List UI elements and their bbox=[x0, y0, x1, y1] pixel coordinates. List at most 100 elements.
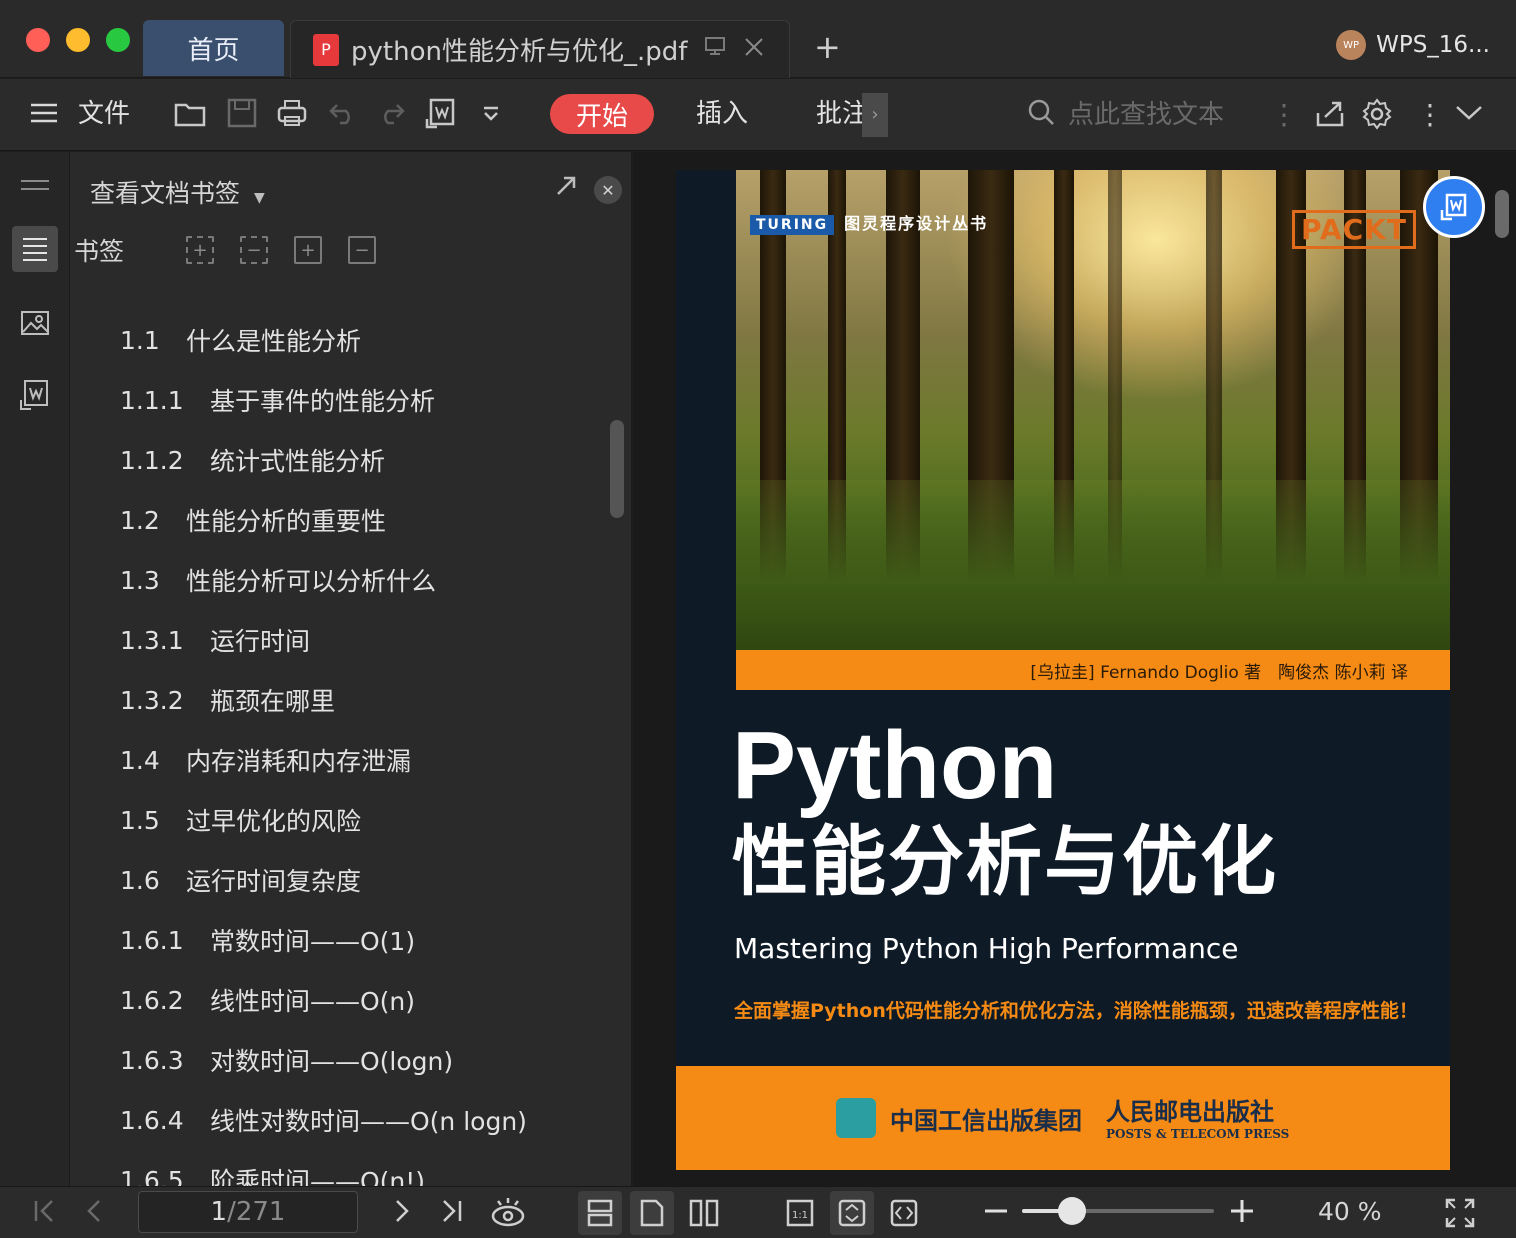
hamburger-menu-icon[interactable] bbox=[28, 97, 60, 138]
svg-text:1:1: 1:1 bbox=[792, 1210, 808, 1221]
more-vertical-icon[interactable]: ⋮ bbox=[1416, 97, 1444, 133]
next-page-icon[interactable] bbox=[392, 1197, 412, 1233]
convert-to-word-icon[interactable] bbox=[424, 97, 458, 140]
single-page-view-icon[interactable] bbox=[630, 1191, 674, 1235]
bookmark-item[interactable]: 1.6.1 常数时间——O(1) bbox=[120, 910, 600, 970]
pop-out-panel-icon[interactable] bbox=[554, 174, 578, 205]
new-tab-button[interactable]: + bbox=[814, 28, 841, 66]
fit-width-icon[interactable] bbox=[882, 1191, 926, 1235]
share-icon[interactable] bbox=[1314, 97, 1346, 138]
prev-page-icon[interactable] bbox=[84, 1197, 104, 1233]
search-input[interactable]: 点此查找文本 bbox=[1068, 97, 1224, 133]
zoom-window-button[interactable] bbox=[106, 28, 130, 52]
zoom-out-icon[interactable] bbox=[982, 1197, 1010, 1233]
bookmark-number: 1.6.2 bbox=[120, 985, 184, 1015]
document-scrollbar[interactable] bbox=[1495, 190, 1509, 238]
book-title-zh: 性能分析与优化 bbox=[732, 817, 1278, 906]
zoom-slider-handle[interactable] bbox=[1057, 1197, 1086, 1225]
bookmark-item[interactable]: 1.6.3 对数时间——O(logn) bbox=[120, 1030, 600, 1090]
pdf-to-word-float-button[interactable] bbox=[1423, 176, 1485, 238]
zoom-level[interactable]: 40 % bbox=[1318, 1197, 1382, 1226]
last-page-icon[interactable] bbox=[438, 1197, 464, 1233]
close-window-button[interactable] bbox=[26, 28, 50, 52]
two-page-view-icon[interactable] bbox=[682, 1191, 726, 1235]
fit-page-icon[interactable] bbox=[830, 1191, 874, 1235]
scroll-tabs-right-icon[interactable]: › bbox=[862, 93, 888, 137]
search-icon[interactable] bbox=[1026, 97, 1056, 136]
publisher-group-logo bbox=[836, 1098, 876, 1138]
bookmark-item[interactable]: 1.1.2 统计式性能分析 bbox=[120, 430, 600, 490]
undo-icon[interactable] bbox=[328, 97, 358, 136]
cover-photo: TURING 图灵程序设计丛书 PACKT bbox=[736, 170, 1450, 650]
tab-start[interactable]: 开始 bbox=[550, 94, 654, 134]
settings-gear-icon[interactable] bbox=[1360, 97, 1394, 140]
eye-protection-icon[interactable] bbox=[490, 1195, 526, 1237]
file-menu[interactable]: 文件 bbox=[78, 95, 130, 133]
bookmark-item[interactable]: 1.6.4 线性对数时间——O(n logn) bbox=[120, 1090, 600, 1150]
page-number-field[interactable]: 1/271 bbox=[138, 1191, 358, 1233]
bookmark-label: 什么是性能分析 bbox=[186, 327, 362, 356]
bookmark-item[interactable]: 1.6 运行时间复杂度 bbox=[120, 850, 600, 910]
bookmark-item[interactable]: 1.6.2 线性时间——O(n) bbox=[120, 970, 600, 1030]
tab-document-label: python性能分析与优化_.pdf bbox=[351, 37, 688, 67]
zoom-slider[interactable] bbox=[1022, 1197, 1214, 1225]
bookmark-number: 1.6.5 bbox=[120, 1165, 184, 1187]
chevron-down-icon: ▼ bbox=[253, 190, 265, 206]
collapse-panel-icon[interactable] bbox=[12, 162, 58, 208]
publisher-group-name: 中国工信出版集团 bbox=[890, 1105, 1082, 1135]
bookmark-item[interactable]: 1.6.5 阶乘时间——O(n!) bbox=[120, 1150, 600, 1187]
panel-scrollbar[interactable] bbox=[610, 420, 624, 518]
close-tab-icon[interactable] bbox=[743, 35, 765, 65]
open-folder-icon[interactable] bbox=[174, 97, 208, 138]
close-panel-icon[interactable]: ✕ bbox=[594, 176, 622, 204]
book-subtitle: Mastering Python High Performance bbox=[734, 932, 1239, 965]
bookmark-number: 1.1 bbox=[120, 325, 160, 355]
bookmark-number: 1.5 bbox=[120, 805, 160, 835]
print-icon[interactable] bbox=[276, 97, 308, 138]
bookmark-item[interactable]: 1.1 什么是性能分析 bbox=[120, 310, 600, 370]
collapse-all-icon[interactable]: − bbox=[240, 236, 268, 264]
pdf-file-icon: P bbox=[313, 33, 339, 66]
bookmark-label: 性能分析可以分析什么 bbox=[186, 567, 437, 596]
bookmark-label: 运行时间复杂度 bbox=[186, 867, 362, 896]
bookmark-item[interactable]: 1.4 内存消耗和内存泄漏 bbox=[120, 730, 600, 790]
tab-annotate[interactable]: 批注 bbox=[816, 95, 864, 133]
bookmark-item[interactable]: 1.5 过早优化的风险 bbox=[120, 790, 600, 850]
pdf-to-word-icon[interactable] bbox=[12, 372, 58, 418]
actual-size-icon[interactable]: 1:1 bbox=[778, 1191, 822, 1235]
panel-title-dropdown[interactable]: 查看文档书签 ▼ bbox=[90, 174, 265, 210]
minimize-window-button[interactable] bbox=[66, 28, 90, 52]
publisher: 人民邮电出版社 POSTS & TELECOM PRESS bbox=[1106, 1092, 1289, 1141]
zoom-in-icon[interactable] bbox=[1228, 1197, 1256, 1233]
thumbnails-icon[interactable] bbox=[12, 300, 58, 346]
expand-all-icon[interactable]: + bbox=[186, 236, 214, 264]
first-page-icon[interactable] bbox=[32, 1197, 58, 1233]
save-icon[interactable] bbox=[226, 97, 258, 138]
more-dropdown-icon[interactable] bbox=[480, 97, 502, 133]
tab-home[interactable]: 首页 bbox=[143, 20, 284, 76]
turing-badge: TURING bbox=[750, 215, 835, 235]
collapse-toolbar-icon[interactable] bbox=[1454, 97, 1484, 136]
continuous-view-icon[interactable] bbox=[578, 1191, 622, 1235]
bookmarks-list-icon[interactable] bbox=[12, 226, 58, 272]
bookmark-label: 统计式性能分析 bbox=[210, 447, 386, 476]
bookmark-item[interactable]: 1.3.2 瓶颈在哪里 bbox=[120, 670, 600, 730]
publisher-name-en: POSTS & TELECOM PRESS bbox=[1106, 1127, 1290, 1141]
add-bookmark-icon[interactable]: + bbox=[294, 236, 322, 264]
bookmark-item[interactable]: 1.2 性能分析的重要性 bbox=[120, 490, 600, 550]
account-menu[interactable]: WP WPS_16... bbox=[1336, 30, 1490, 60]
bookmark-label: 性能分析的重要性 bbox=[186, 507, 387, 536]
bookmark-number: 1.6.3 bbox=[120, 1045, 184, 1075]
bookmark-label: 线性时间——O(n) bbox=[210, 987, 416, 1016]
tab-insert[interactable]: 插入 bbox=[696, 95, 748, 133]
bookmark-item[interactable]: 1.3.1 运行时间 bbox=[120, 610, 600, 670]
main-toolbar: 文件 开始 插入 批注 › 点此查找文本 ⋮ ⋮ bbox=[0, 79, 1516, 151]
fullscreen-icon[interactable] bbox=[1444, 1197, 1476, 1237]
tab-document[interactable]: P python性能分析与优化_.pdf bbox=[290, 20, 790, 78]
delete-bookmark-icon[interactable]: − bbox=[348, 236, 376, 264]
redo-icon[interactable] bbox=[376, 97, 406, 136]
monitor-icon[interactable] bbox=[703, 34, 727, 65]
bookmark-item[interactable]: 1.3 性能分析可以分析什么 bbox=[120, 550, 600, 610]
bookmark-item[interactable]: 1.1.1 基于事件的性能分析 bbox=[120, 370, 600, 430]
packt-logo: PACKT bbox=[1292, 210, 1416, 249]
